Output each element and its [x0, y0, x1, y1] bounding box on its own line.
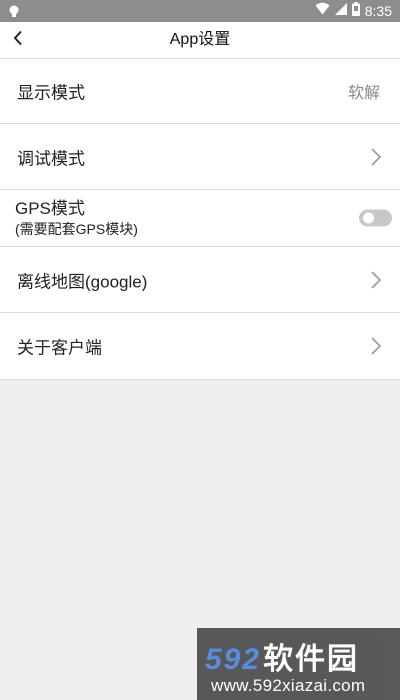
debug-mode-label: 调试模式 — [17, 149, 85, 168]
cell-signal-icon — [334, 2, 347, 20]
page-title: App设置 — [169, 31, 231, 48]
status-icons: 8:35 — [315, 1, 392, 21]
chevron-right-icon — [370, 147, 382, 167]
gps-mode-toggle[interactable] — [359, 209, 392, 227]
watermark-brand: 592软件园 — [205, 634, 359, 678]
watermark-url: www.592xiazai.com — [211, 676, 366, 695]
display-mode-label: 显示模式 — [17, 83, 85, 103]
gps-mode-row: GPS模式 (需要配套GPS模块) — [0, 190, 400, 247]
settings-list: 显示模式 软解 调试模式 GPS模式 (需要配套GPS模块) 离线地图(goog… — [0, 59, 400, 380]
chevron-right-icon — [370, 336, 382, 356]
display-mode-value: 软解 — [347, 85, 380, 102]
app-header: App设置 — [0, 22, 400, 59]
about-label: 关于客户端 — [17, 338, 102, 358]
about-row[interactable]: 关于客户端 — [0, 313, 400, 380]
wifi-icon — [315, 2, 330, 20]
offline-map-label: 离线地图(google) — [17, 272, 148, 291]
gps-mode-label: GPS模式 — [15, 199, 85, 218]
watermark-brand-text: 软件园 — [263, 643, 360, 676]
debug-mode-row[interactable]: 调试模式 — [0, 124, 400, 190]
status-time: 8:35 — [364, 3, 392, 19]
battery-icon — [351, 1, 360, 21]
status-bar: 8:35 — [0, 0, 400, 22]
watermark: 592软件园 www.592xiazai.com — [197, 628, 400, 700]
display-mode-row[interactable]: 显示模式 软解 — [0, 59, 400, 124]
notification-bulb-icon — [7, 4, 21, 18]
chevron-right-icon — [370, 270, 382, 290]
gps-mode-sublabel: (需要配套GPS模块) — [15, 221, 138, 237]
gps-mode-label-block: GPS模式 (需要配套GPS模块) — [15, 198, 138, 238]
toggle-knob — [363, 212, 374, 224]
offline-map-row[interactable]: 离线地图(google) — [0, 247, 400, 313]
back-button[interactable] — [4, 25, 32, 55]
chevron-left-icon — [13, 30, 23, 51]
watermark-brand-number: 592 — [205, 643, 262, 676]
